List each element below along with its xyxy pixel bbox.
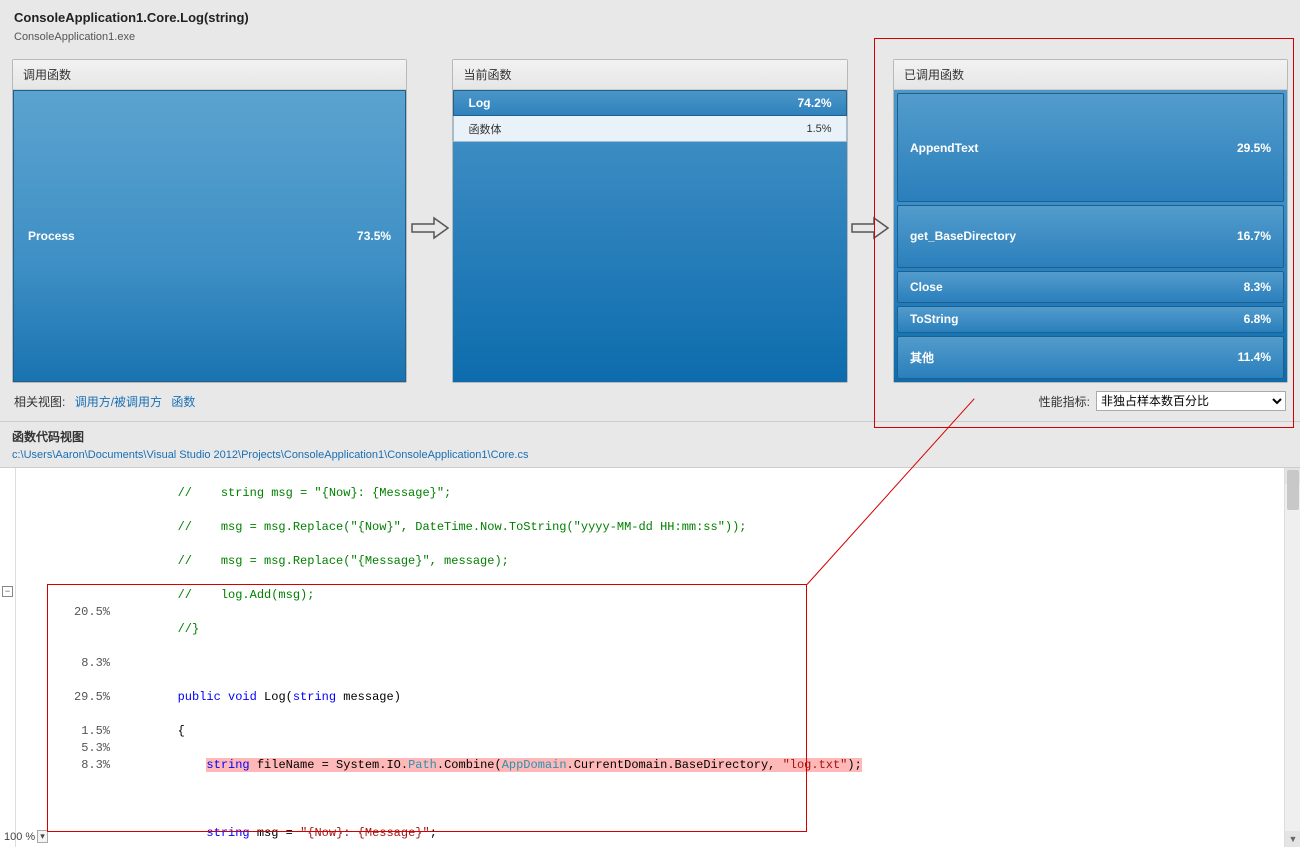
code-section-title: 函数代码视图 bbox=[0, 422, 1300, 447]
fold-column: − bbox=[0, 468, 16, 847]
metric-select[interactable]: 非独占样本数百分比 bbox=[1096, 391, 1286, 411]
current-function-tile[interactable]: Log 74.2% bbox=[453, 90, 846, 116]
body-label: 函数体 bbox=[468, 121, 501, 137]
function-title: ConsoleApplication1.Core.Log(string) bbox=[14, 10, 1286, 25]
zoom-dropdown-icon[interactable]: ▾ bbox=[37, 830, 48, 843]
link-functions[interactable]: 函数 bbox=[171, 395, 195, 409]
code-section: 函数代码视图 c:\Users\Aaron\Documents\Visual S… bbox=[0, 421, 1300, 847]
scroll-thumb[interactable] bbox=[1287, 470, 1299, 510]
header: ConsoleApplication1.Core.Log(string) Con… bbox=[0, 0, 1300, 51]
link-caller-callee[interactable]: 调用方/被调用方 bbox=[75, 395, 162, 409]
current-function-name: Log bbox=[468, 96, 490, 110]
body-pct: 1.5% bbox=[806, 123, 831, 135]
module-name: ConsoleApplication1.exe bbox=[14, 31, 1286, 43]
zoom-level: 100 % ▾ bbox=[4, 830, 48, 843]
call-diagram: 调用函数 Process 73.5% 当前函数 Log 74.2% bbox=[0, 51, 1300, 387]
calling-function-name: Process bbox=[28, 229, 75, 243]
function-body-row[interactable]: 函数体 1.5% bbox=[453, 116, 846, 142]
called-functions-panel: 已调用函数 AppendText29.5% get_BaseDirectory1… bbox=[893, 59, 1288, 383]
current-function-pct: 74.2% bbox=[798, 96, 832, 110]
related-views-label: 相关视图: bbox=[14, 395, 65, 409]
calling-functions-panel: 调用函数 Process 73.5% bbox=[12, 59, 407, 383]
calling-function-pct: 73.5% bbox=[357, 229, 391, 243]
calling-function-tile[interactable]: Process 73.5% bbox=[13, 90, 406, 382]
percentage-gutter: 20.5% 8.3% 29.5% 1.5% 5.3% 8.3% bbox=[16, 468, 116, 847]
current-header: 当前函数 bbox=[453, 60, 846, 90]
arrow-1 bbox=[407, 59, 452, 383]
current-remainder bbox=[453, 142, 846, 382]
calling-header: 调用函数 bbox=[13, 60, 406, 90]
code-editor[interactable]: // string msg = "{Now}: {Message}"; // m… bbox=[116, 468, 1300, 847]
called-tile-basedirectory[interactable]: get_BaseDirectory16.7% bbox=[897, 205, 1284, 268]
called-tile-close[interactable]: Close8.3% bbox=[897, 271, 1284, 303]
code-file-path[interactable]: c:\Users\Aaron\Documents\Visual Studio 2… bbox=[12, 449, 528, 461]
code-viewport: − 20.5% 8.3% 29.5% 1.5% 5.3% 8.3% // bbox=[0, 467, 1300, 847]
vertical-scrollbar[interactable]: ▲ ▼ bbox=[1284, 468, 1300, 847]
metric-label: 性能指标: bbox=[1039, 393, 1090, 410]
called-header: 已调用函数 bbox=[894, 60, 1287, 90]
fold-box-icon[interactable]: − bbox=[2, 586, 13, 597]
called-tile-tostring[interactable]: ToString6.8% bbox=[897, 306, 1284, 333]
current-function-panel: 当前函数 Log 74.2% 函数体 1.5% bbox=[452, 59, 847, 383]
called-tile-appendtext[interactable]: AppendText29.5% bbox=[897, 93, 1284, 202]
arrow-2 bbox=[848, 59, 893, 383]
links-row: 相关视图: 调用方/被调用方 函数 性能指标: 非独占样本数百分比 bbox=[0, 387, 1300, 421]
called-tile-other[interactable]: 其他11.4% bbox=[897, 336, 1284, 379]
